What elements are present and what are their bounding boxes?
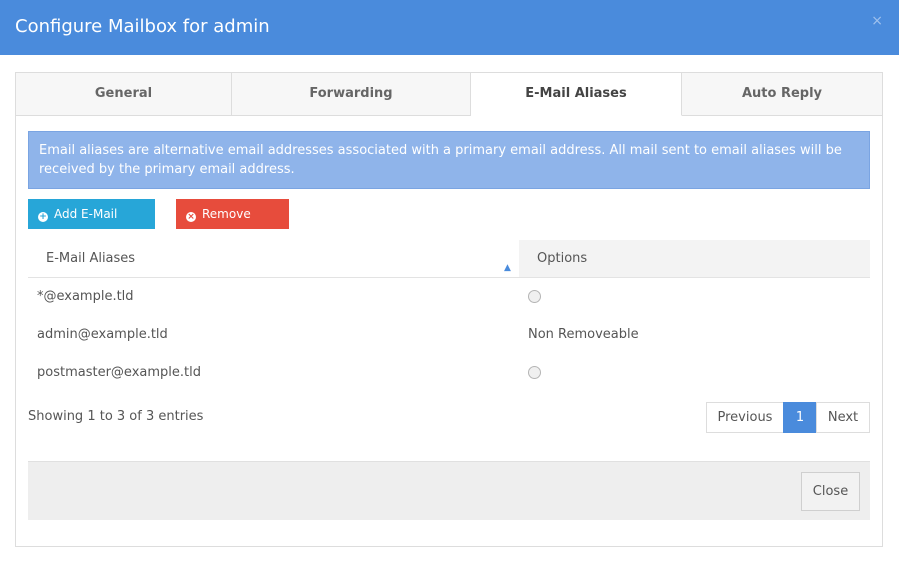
alias-select-radio[interactable] bbox=[528, 290, 541, 303]
tab-email-aliases[interactable]: E-Mail Aliases bbox=[471, 73, 682, 116]
tab-bar: General Forwarding E-Mail Aliases Auto R… bbox=[16, 73, 882, 116]
plus-circle-icon: + bbox=[38, 212, 48, 222]
modal-header: Configure Mailbox for admin × bbox=[0, 0, 899, 55]
previous-page-button[interactable]: Previous bbox=[706, 402, 784, 433]
page-1-button[interactable]: 1 bbox=[783, 402, 817, 433]
column-header-aliases-label: E-Mail Aliases bbox=[46, 251, 136, 266]
mailbox-panel: General Forwarding E-Mail Aliases Auto R… bbox=[15, 72, 883, 547]
alias-cell: *@example.tld bbox=[37, 289, 134, 304]
close-button[interactable]: Close bbox=[801, 472, 860, 511]
next-page-button[interactable]: Next bbox=[816, 402, 870, 433]
alias-select-radio[interactable] bbox=[528, 366, 541, 379]
info-alert: Email aliases are alternative email addr… bbox=[28, 131, 870, 189]
alias-cell: admin@example.tld bbox=[37, 327, 168, 342]
tab-auto-reply[interactable]: Auto Reply bbox=[682, 73, 882, 116]
add-alias-button[interactable]: + Add E-Mail Alias bbox=[28, 199, 155, 251]
non-removeable-label: Non Removeable bbox=[528, 327, 639, 342]
modal-footer: Close bbox=[28, 461, 870, 520]
table-header: E-Mail Aliases ▲ Options bbox=[28, 240, 870, 278]
tab-general[interactable]: General bbox=[16, 73, 232, 116]
alias-cell: postmaster@example.tld bbox=[37, 365, 201, 380]
column-header-aliases[interactable]: E-Mail Aliases ▲ bbox=[28, 240, 519, 277]
table-row: postmaster@example.tld bbox=[28, 354, 870, 392]
x-circle-icon: × bbox=[186, 212, 196, 222]
modal-title: Configure Mailbox for admin bbox=[15, 16, 270, 37]
column-header-options: Options bbox=[519, 240, 870, 277]
table-row: admin@example.tld Non Removeable bbox=[28, 316, 870, 354]
tab-forwarding[interactable]: Forwarding bbox=[232, 73, 471, 116]
close-icon[interactable]: × bbox=[871, 13, 883, 29]
remove-alias-button[interactable]: × Remove Alias bbox=[176, 199, 289, 251]
table-row: *@example.tld bbox=[28, 278, 870, 316]
entries-summary: Showing 1 to 3 of 3 entries bbox=[28, 409, 204, 424]
